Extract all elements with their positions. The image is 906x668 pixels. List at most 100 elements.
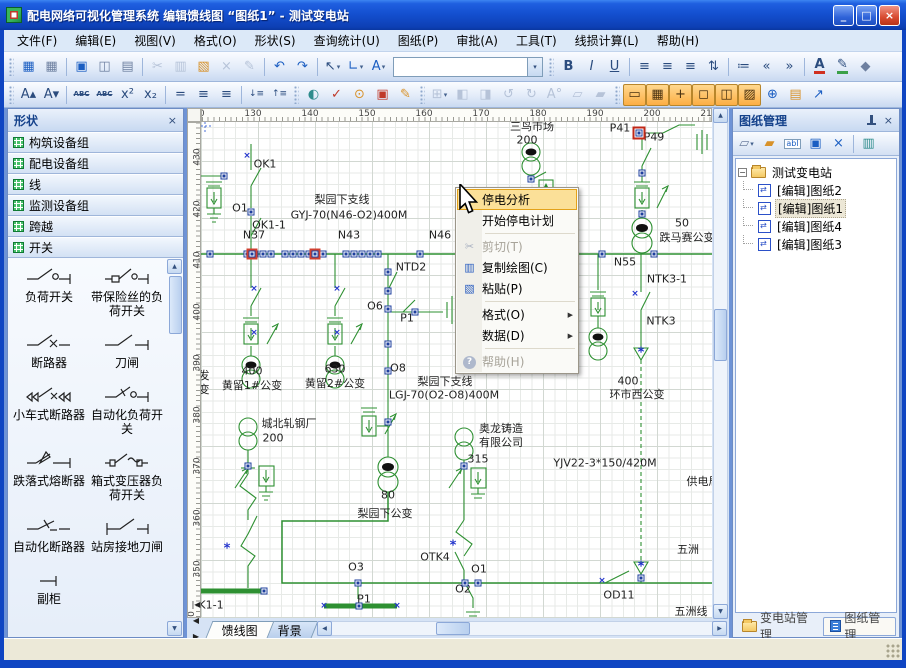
selection-handle[interactable]	[355, 580, 362, 587]
align-center-icon[interactable]: ≡	[656, 56, 679, 78]
line-spacing-15-icon[interactable]: ≡	[192, 84, 215, 106]
shape-item-auto-load-switch[interactable]: 自动化负荷开关	[88, 384, 166, 436]
stamp-icon[interactable]: ▣	[371, 84, 394, 106]
align-left-icon[interactable]: ≡	[633, 56, 656, 78]
tree-item-1[interactable]: [编辑]图纸1	[738, 199, 894, 217]
toolbar-grip[interactable]	[294, 86, 299, 104]
redo-icon[interactable]: ↷	[291, 56, 314, 78]
close-icon[interactable]: ×	[884, 114, 893, 127]
selection-handle[interactable]	[290, 251, 297, 258]
grid-toggle-icon[interactable]: ▦	[646, 84, 669, 106]
selection-handle[interactable]	[385, 306, 392, 313]
guides-toggle-icon[interactable]: +	[669, 84, 692, 106]
selection-handle[interactable]	[599, 251, 606, 258]
tree-item-2[interactable]: [编辑]图纸4	[738, 217, 894, 235]
selection-handle[interactable]	[385, 368, 392, 375]
selection-handle[interactable]	[417, 251, 424, 258]
sync-station-icon[interactable]: ▥	[857, 133, 880, 155]
strikethrough-icon[interactable]: ABC	[70, 84, 93, 106]
selection-handle[interactable]	[356, 603, 363, 610]
minimize-button[interactable]: _	[833, 5, 854, 26]
menu-item-1[interactable]: 编辑(E)	[66, 30, 125, 51]
highlight-color-icon[interactable]: ✎	[831, 56, 854, 78]
menu-item-5[interactable]: 查询统计(U)	[305, 30, 389, 51]
selection-handle[interactable]	[639, 211, 646, 218]
vertical-text-icon[interactable]: ⇅	[702, 56, 725, 78]
toolbar-grip[interactable]	[615, 86, 620, 104]
menu-item-6[interactable]: 图纸(P)	[389, 30, 448, 51]
superscript-icon[interactable]: x²	[116, 84, 139, 106]
selection-handle[interactable]	[385, 269, 392, 276]
shape-item-box-transformer-switch[interactable]: 箱式变压器负荷开关	[88, 450, 166, 502]
new-sheet-icon[interactable]: ▱▾	[735, 133, 758, 155]
panel-tab-1[interactable]: 图纸管理	[823, 617, 896, 636]
scroll-right-icon[interactable]: ▶	[712, 621, 727, 636]
delete-sheet-icon[interactable]: ×	[827, 133, 850, 155]
scroll-down-icon[interactable]: ▼	[713, 604, 728, 619]
panel-tab-0[interactable]: 变电站管理	[736, 617, 821, 636]
hscroll-thumb[interactable]	[436, 622, 470, 635]
shape-name-combo[interactable]: ▾	[393, 57, 543, 77]
ruler-toggle-icon[interactable]: ▭	[623, 84, 646, 106]
menu-item-2[interactable]: 视图(V)	[125, 30, 185, 51]
selection-handle[interactable]	[320, 251, 327, 258]
sheet-nav-1[interactable]: ◀	[188, 613, 204, 629]
properties-icon[interactable]: ▤	[784, 84, 807, 106]
shape-group-5[interactable]: 开关	[8, 237, 183, 258]
italic-icon[interactable]: I	[580, 56, 603, 78]
close-icon[interactable]: ×	[168, 114, 177, 127]
line-spacing-2-icon[interactable]: ≡	[215, 84, 238, 106]
bullets-icon[interactable]: ≔	[732, 56, 755, 78]
shape-item-auto-breaker[interactable]: 自动化断路器	[10, 516, 88, 554]
shape-item-load-switch[interactable]: 负荷开关	[10, 266, 88, 318]
note-edit-icon[interactable]: ✎	[394, 84, 417, 106]
selection-handle[interactable]	[343, 251, 350, 258]
context-menu-item-8[interactable]: 数据(D)▶	[457, 325, 577, 346]
selection-handle[interactable]	[412, 309, 419, 316]
fill-color-icon[interactable]: ◆	[854, 56, 877, 78]
maximize-button[interactable]: □	[856, 5, 877, 26]
new-drawing-icon[interactable]: ▦	[17, 56, 40, 78]
context-menu-item-7[interactable]: 格式(O)▶	[457, 304, 577, 325]
underline-icon[interactable]: U	[603, 56, 626, 78]
selection-handle[interactable]	[385, 341, 392, 348]
close-button[interactable]: ×	[879, 5, 900, 26]
menu-item-0[interactable]: 文件(F)	[8, 30, 66, 51]
selection-handle[interactable]	[475, 580, 482, 587]
selection-handle[interactable]	[359, 251, 366, 258]
menu-item-4[interactable]: 形状(S)	[246, 30, 305, 51]
menu-item-3[interactable]: 格式(O)	[185, 30, 246, 51]
selection-handle[interactable]	[385, 419, 392, 426]
connector-tool-icon[interactable]: ∟▾	[344, 56, 367, 78]
tree-root[interactable]: −测试变电站	[738, 163, 894, 181]
zoom-icon[interactable]: ⊕	[761, 84, 784, 106]
selection-handle[interactable]	[207, 251, 214, 258]
pointer-tool-icon[interactable]: ↖▾	[321, 56, 344, 78]
shape-group-1[interactable]: 配电设备组	[8, 153, 183, 174]
toolbar-grip[interactable]	[549, 58, 554, 76]
selection-toggle-icon[interactable]: ◻	[692, 84, 715, 106]
copy-sheet-icon[interactable]: ▣	[804, 133, 827, 155]
approve-sheet-icon[interactable]: ✓	[325, 84, 348, 106]
push-pin-icon[interactable]	[867, 115, 876, 126]
print-icon[interactable]: ▤	[116, 56, 139, 78]
tree-item-3[interactable]: [编辑]图纸3	[738, 235, 894, 253]
shape-item-ground-knife[interactable]: 站房接地刀闸	[88, 516, 166, 554]
font-increase-icon[interactable]: A▴	[17, 84, 40, 106]
selection-handle[interactable]	[651, 251, 658, 258]
open-sheet-icon[interactable]: ▰	[758, 133, 781, 155]
undo-icon[interactable]: ↶	[268, 56, 291, 78]
tree-expand-icon[interactable]: −	[738, 168, 747, 177]
selection-handle[interactable]	[248, 209, 255, 216]
shapes-scroll-down[interactable]: ▼	[167, 621, 182, 636]
scroll-left-icon[interactable]: ◀	[317, 621, 332, 636]
report-table-icon[interactable]: ▦	[40, 56, 63, 78]
shape-item-fused-load-switch[interactable]: 带保险丝的负荷开关	[88, 266, 166, 318]
indent-increase-icon[interactable]: »	[778, 56, 801, 78]
shapes-scroll-up[interactable]: ▲	[167, 259, 182, 274]
shape-group-3[interactable]: 监测设备组	[8, 195, 183, 216]
selected-shape-handle[interactable]	[636, 130, 643, 137]
selection-handle[interactable]	[268, 251, 275, 258]
shape-group-0[interactable]: 构筑设备组	[8, 132, 183, 153]
context-menu-item-4[interactable]: ▥复制绘图(C)	[457, 257, 577, 278]
